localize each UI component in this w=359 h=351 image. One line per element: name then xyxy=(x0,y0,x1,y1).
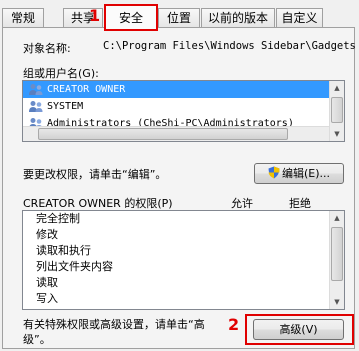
permissions-title: CREATOR OWNER 的权限(P) xyxy=(23,197,173,210)
permission-item: 列出文件夹内容 xyxy=(36,260,113,273)
scroll-thumb[interactable] xyxy=(331,97,343,123)
permissions-vertical-scrollbar[interactable]: ▲ ▼ xyxy=(329,211,344,309)
users-icon xyxy=(29,84,43,95)
group-name: CREATOR OWNER xyxy=(47,84,126,95)
groups-label: 组或用户名(G): xyxy=(23,67,99,80)
tab-general[interactable]: 常规 xyxy=(2,8,44,27)
scroll-thumb[interactable] xyxy=(38,128,288,140)
object-name-value: C:\Program Files\Windows Sidebar\Gadgets xyxy=(103,40,356,52)
advanced-hint-line2: 级”。 xyxy=(23,333,51,346)
scroll-down-icon[interactable]: ▼ xyxy=(330,295,344,309)
groups-listbox[interactable]: CREATOR OWNER SYSTEM Administrators (Che… xyxy=(22,80,345,142)
tab-strip: 常规 共享 1 安全 位置 以前的版本 自定义 xyxy=(0,0,359,31)
properties-dialog: 常规 共享 1 安全 位置 以前的版本 自定义 对象名称: C:\Program… xyxy=(0,0,359,351)
allow-column-header: 允许 xyxy=(231,197,253,210)
permissions-list[interactable]: 完全控制 修改 读取和执行 列出文件夹内容 读取 写入 ▲ ▼ xyxy=(22,210,345,310)
users-icon xyxy=(29,101,43,112)
uac-shield-icon xyxy=(268,166,280,179)
advanced-button-highlight xyxy=(245,314,354,345)
tab-previous-versions[interactable]: 以前的版本 xyxy=(201,8,275,27)
permission-item: 读取 xyxy=(36,276,58,289)
tab-security[interactable]: 安全 xyxy=(104,4,158,31)
step-marker-2: 2 xyxy=(228,315,240,334)
groups-vertical-scrollbar[interactable]: ▲ ▼ xyxy=(329,81,344,141)
deny-column-header: 拒绝 xyxy=(289,197,311,210)
list-item[interactable]: CREATOR OWNER xyxy=(23,81,344,98)
permission-item: 修改 xyxy=(36,228,58,241)
permission-item: 读取和执行 xyxy=(36,244,91,257)
scroll-thumb[interactable] xyxy=(331,227,343,281)
scroll-up-icon[interactable]: ▲ xyxy=(330,211,344,225)
groups-horizontal-scrollbar[interactable] xyxy=(23,126,329,141)
scroll-up-icon[interactable]: ▲ xyxy=(330,81,344,95)
group-name: SYSTEM xyxy=(47,101,84,112)
edit-button-label: 编辑(E)... xyxy=(281,167,331,180)
scroll-down-icon[interactable]: ▼ xyxy=(330,127,344,141)
permission-item: 完全控制 xyxy=(36,212,80,225)
permission-item: 写入 xyxy=(36,292,58,305)
step-marker-1: 1 xyxy=(89,6,101,25)
edit-button[interactable]: 编辑(E)... xyxy=(254,163,344,184)
tab-location[interactable]: 位置 xyxy=(158,8,200,27)
edit-hint: 要更改权限，请单击“编辑”。 xyxy=(23,168,167,181)
tab-customize[interactable]: 自定义 xyxy=(276,8,323,27)
advanced-hint-line1: 有关特殊权限或高级设置，请单击“高 xyxy=(23,318,205,331)
object-name-label: 对象名称: xyxy=(23,42,71,55)
list-item[interactable]: SYSTEM xyxy=(23,98,344,115)
